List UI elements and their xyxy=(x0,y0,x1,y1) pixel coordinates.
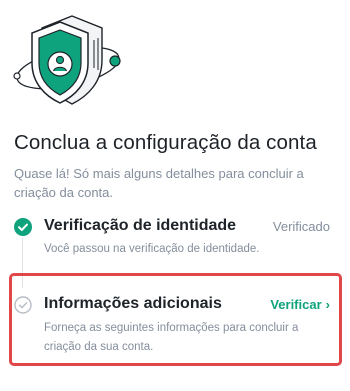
status-verified: Verificado xyxy=(272,219,330,234)
step-title: Informações adicionais xyxy=(44,295,222,312)
page-subtitle: Quase lá! Só mais alguns detalhes para c… xyxy=(14,166,304,200)
chevron-right-icon[interactable]: › xyxy=(326,297,330,312)
step-title: Verificação de identidade xyxy=(44,217,237,234)
step-description: Forneça as seguintes informações para co… xyxy=(44,322,299,353)
step-identity-verification: Verificação de identidade Verificado Voc… xyxy=(0,215,350,260)
check-outline-icon xyxy=(14,296,32,314)
security-shield-illustration xyxy=(13,15,121,105)
step-additional-information[interactable]: Informações adicionais Verificar › Forneç… xyxy=(0,292,350,357)
step-description: Você passou na verificação de identidade… xyxy=(44,243,260,255)
check-circle-icon xyxy=(14,218,32,236)
verify-link[interactable]: Verificar › xyxy=(270,297,330,312)
page-title: Conclua a configuração da conta xyxy=(14,131,317,154)
verify-label[interactable]: Verificar xyxy=(270,297,321,312)
